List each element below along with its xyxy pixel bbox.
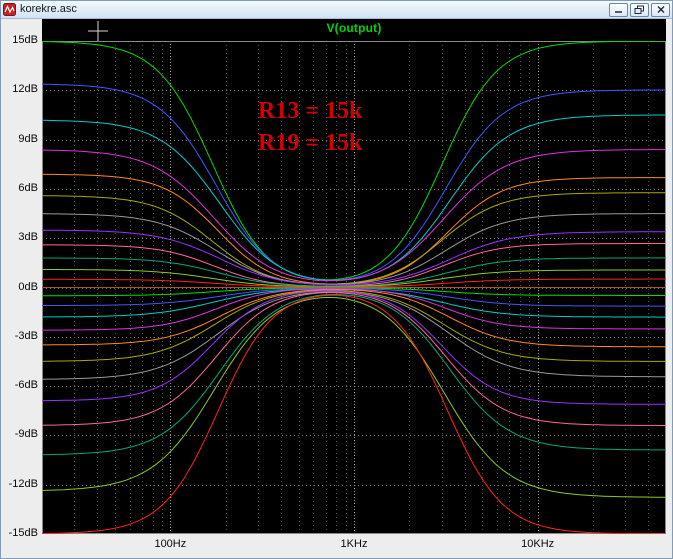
x-tick-label: 10KHz <box>521 538 555 550</box>
y-tick-label: 6dB <box>18 181 38 194</box>
restore-icon <box>634 5 644 14</box>
minimize-icon <box>615 11 622 13</box>
app-icon <box>3 3 16 16</box>
trace-curve <box>42 173 666 285</box>
restore-button[interactable] <box>630 2 649 17</box>
x-tick-label: 100Hz <box>154 538 187 550</box>
window-controls <box>609 2 670 17</box>
x-tick-label: 1KHz <box>340 538 368 550</box>
close-button[interactable] <box>651 2 670 17</box>
y-tick-label: 3dB <box>18 231 38 244</box>
titlebar[interactable]: korekre.asc <box>1 1 672 19</box>
cursor-crosshair-icon <box>88 21 108 41</box>
close-icon <box>657 6 664 13</box>
plot-pane: V(output) R13 = 15k R19 = 15k 15dB 12dB 9d… <box>1 19 672 558</box>
y-tick-label: -15dB <box>8 527 38 539</box>
y-tick-label: -12dB <box>8 477 38 490</box>
ltspice-waveform-window: korekre.asc V(output) R13 = 15k R19 = 15… <box>0 0 673 559</box>
annotation-line-2: R19 = 15k <box>258 130 363 156</box>
y-tick-label: -6dB <box>14 379 38 392</box>
y-tick-label: 12dB <box>12 83 38 96</box>
y-tick-label: 15dB <box>12 34 38 46</box>
y-tick-label: -3dB <box>14 329 38 342</box>
y-tick-label: -9dB <box>14 428 38 441</box>
minimize-button[interactable] <box>609 2 628 17</box>
annotation-line-1: R13 = 15k <box>258 98 363 124</box>
y-tick-label: 0dB <box>18 280 38 293</box>
y-tick-label: 9dB <box>18 132 38 145</box>
trace-label[interactable]: V(output) <box>42 21 666 35</box>
window-title: korekre.asc <box>20 3 77 15</box>
plot-annotation: R13 = 15k R19 = 15k <box>258 95 362 159</box>
plot-background: V(output) R13 = 15k R19 = 15k <box>42 19 666 534</box>
trace-curve <box>42 294 666 534</box>
